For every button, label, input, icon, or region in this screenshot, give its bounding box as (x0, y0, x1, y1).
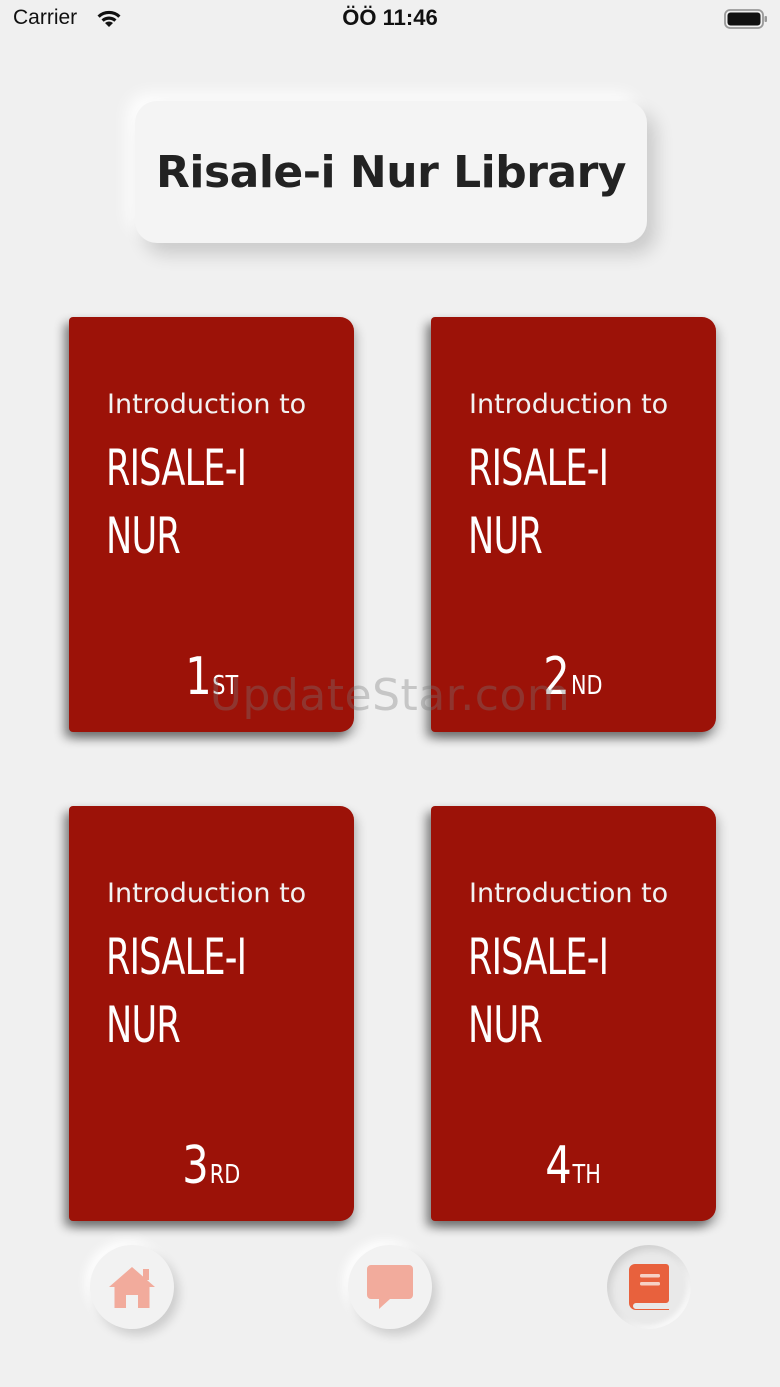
book-intro: Introduction to (469, 389, 669, 420)
status-time: ÖÖ 11:46 (342, 5, 438, 30)
book-intro: Introduction to (107, 878, 307, 909)
chat-icon (367, 1265, 413, 1309)
book-volume-suffix: TH (572, 1160, 602, 1190)
book-intro: Introduction to (469, 878, 669, 909)
book-title-line2: NUR (468, 507, 543, 565)
book-title-line1: RISALE-I (468, 439, 609, 497)
home-icon (109, 1267, 155, 1308)
book-title-line2: NUR (468, 996, 543, 1054)
book-volume: 1ST (69, 647, 354, 707)
book-icon (629, 1264, 669, 1310)
book-card-3[interactable]: Introduction to RISALE-I NUR 3RD (69, 806, 354, 1221)
status-bar: Carrier ÖÖ 11:46 (0, 0, 780, 40)
book-volume-number: 2 (543, 647, 570, 707)
book-volume-suffix: ST (212, 671, 238, 701)
nav-chat-button[interactable] (348, 1245, 432, 1329)
book-volume-suffix: RD (209, 1160, 241, 1190)
book-title-line2: NUR (106, 507, 181, 565)
book-volume: 3RD (69, 1136, 354, 1196)
book-volume: 2ND (431, 647, 716, 707)
book-title-line1: RISALE-I (106, 928, 247, 986)
book-title-line1: RISALE-I (468, 928, 609, 986)
book-volume-number: 1 (185, 647, 212, 707)
nav-library-button[interactable] (607, 1245, 691, 1329)
book-intro: Introduction to (107, 389, 307, 420)
book-title-line1: RISALE-I (106, 439, 247, 497)
book-card-2[interactable]: Introduction to RISALE-I NUR 2ND (431, 317, 716, 732)
book-volume: 4TH (431, 1136, 716, 1196)
book-title-line2: NUR (106, 996, 181, 1054)
library-title-card: Risale-i Nur Library (135, 101, 647, 243)
book-card-1[interactable]: Introduction to RISALE-I NUR 1ST (69, 317, 354, 732)
book-volume-number: 3 (182, 1136, 209, 1196)
home-indicator-area (0, 1340, 780, 1387)
nav-home-button[interactable] (90, 1245, 174, 1329)
book-card-4[interactable]: Introduction to RISALE-I NUR 4TH (431, 806, 716, 1221)
page-title: Risale-i Nur Library (156, 146, 626, 198)
battery-icon (724, 9, 767, 29)
book-volume-suffix: ND (571, 671, 603, 701)
book-volume-number: 4 (545, 1136, 573, 1196)
